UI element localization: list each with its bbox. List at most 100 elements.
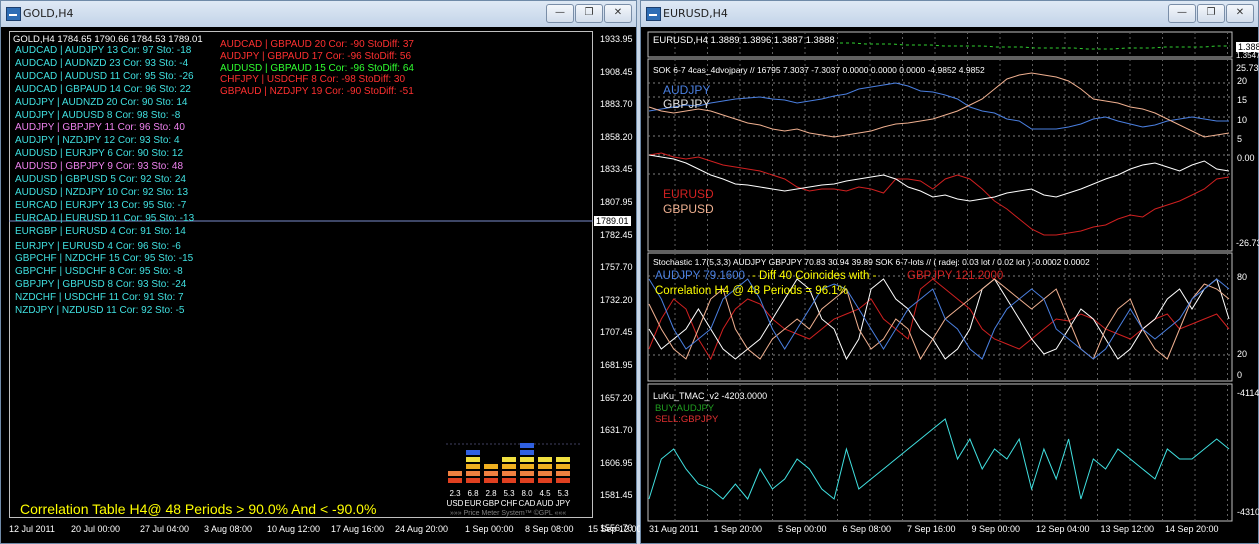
gold-date-tick: 1 Sep 00:00 <box>465 524 514 534</box>
price-meter-bar <box>502 457 516 462</box>
price-meter-bar <box>448 478 462 483</box>
eurusd-date-tick: 12 Sep 04:00 <box>1036 524 1090 534</box>
eurusd-window-titlebar[interactable]: EURUSD,H4 — ❐ ✕ <box>641 1 1258 27</box>
sok-legend-audjpy: AUDJPY <box>663 83 711 97</box>
close-button[interactable]: ✕ <box>1226 4 1254 23</box>
gold-window-title: GOLD,H4 <box>23 7 74 20</box>
price-meter-bar <box>502 471 516 476</box>
eurusd-chart-area[interactable]: EURUSD,H4 1.3889 1.3896 1.3887 1.3888 1.… <box>645 29 1259 539</box>
tmac-line <box>648 418 1230 500</box>
minimize-button[interactable]: — <box>1168 4 1196 23</box>
sok-scale-tick: 5 <box>1237 134 1243 144</box>
gold-chart-area[interactable]: GOLD,H4 1784.65 1790.66 1784.53 1789.01 … <box>5 29 642 539</box>
restore-button[interactable]: ❐ <box>1197 4 1225 23</box>
correlation-table-footer: Correlation Table H4@ 48 Periods > 90.0%… <box>20 501 377 517</box>
eurusd-header: EURUSD,H4 1.3889 1.3896 1.3887 1.3888 <box>653 35 835 46</box>
eurusd-date-tick: 31 Aug 2011 <box>649 524 699 534</box>
price-meter-caption: »»» Price Meter System™ ©GPL ««« <box>450 510 567 517</box>
price-meter-value: 2.8 <box>485 489 497 498</box>
chart-window-icon <box>6 7 21 21</box>
price-meter-currency: CHF <box>500 499 518 508</box>
price-meter-bar <box>484 464 498 469</box>
tmac-sell: SELL:GBPJPY <box>655 414 719 425</box>
price-meter-currency: CAD <box>518 499 536 508</box>
eurusd-date-tick: 5 Sep 00:00 <box>778 524 827 534</box>
price-meter-bar <box>556 478 570 483</box>
gold-date-tick: 12 Jul 2011 <box>9 524 55 534</box>
pane-frame <box>647 383 1233 522</box>
stochastic-scale-tick: 80 <box>1237 272 1248 282</box>
price-meter-currency: AUD <box>536 499 554 508</box>
eurusd-chart-window[interactable]: EURUSD,H4 — ❐ ✕ EURUSD,H4 1.3889 1.3896 … <box>640 0 1259 544</box>
sok-scale-tick: 20 <box>1237 76 1248 86</box>
sok-scale-tick: 0.00 <box>1237 153 1255 163</box>
price-meter-value: 4.5 <box>539 489 551 498</box>
eurusd-date-tick: 9 Sep 00:00 <box>971 524 1021 534</box>
price-meter-value: 8.0 <box>521 489 533 498</box>
price-meter-bar <box>466 450 480 455</box>
price-meter-currency: EUR <box>464 499 482 508</box>
chart-window-icon <box>646 7 661 21</box>
gold-date-tick: 24 Aug 20:00 <box>395 524 449 534</box>
eurusd-price-line <box>840 42 1230 50</box>
price-meter-bar <box>538 478 552 483</box>
price-meter-bar <box>502 464 516 469</box>
gold-date-tick: 10 Aug 12:00 <box>267 524 321 534</box>
eurusd-window-title: EURUSD,H4 <box>663 7 728 20</box>
gold-date-tick: 8 Sep 08:00 <box>525 524 574 534</box>
price-meter-bar <box>520 464 534 469</box>
stochastic-scale-tick: 0 <box>1237 370 1243 380</box>
tmac-buy: BUY:AUDJPY <box>655 403 715 414</box>
sok-audjpy-line <box>648 82 1229 130</box>
price-meter-bar <box>466 464 480 469</box>
price-meter-bar <box>556 471 570 476</box>
gold-date-tick: 15 Sep 12:00 <box>588 524 642 534</box>
stochastic-correlation: Correlation H4 @ 48 Periods = 96.1% <box>655 285 848 297</box>
eurusd-price-box-2: 1.3547 <box>1236 51 1259 60</box>
stochastic-header: Stochastic 1.7(5,3,3) AUDJPY GBPJPY 70.8… <box>653 257 1090 267</box>
restore-button[interactable]: ❐ <box>575 4 603 23</box>
sok-legend-gbpjpy: GBPJPY <box>663 97 711 111</box>
eurusd-date-tick: 6 Sep 08:00 <box>842 524 892 534</box>
price-meter-bar <box>466 478 480 483</box>
sok-scale-tick: 10 <box>1237 115 1248 125</box>
tmac-header: LuKu_TMAC_v2 -4203.0000 <box>653 391 768 401</box>
price-meter-bar <box>520 478 534 483</box>
price-meter <box>446 443 580 483</box>
price-meter-bar <box>538 471 552 476</box>
stochastic-gbpjpy: GBPJPY 121.2000 <box>907 270 1004 282</box>
tmac-top-value: -4114. <box>1237 388 1259 398</box>
price-meter-bar <box>520 443 534 448</box>
sok-legend-eurusd: EURUSD <box>663 187 714 201</box>
price-meter-value: 5.3 <box>503 489 515 498</box>
price-meter-value: 5.3 <box>557 489 569 498</box>
sok-legend-gbpusd: GBPUSD <box>663 202 714 216</box>
price-meter-bar <box>538 464 552 469</box>
price-meter-bar <box>448 471 462 476</box>
price-meter-currency: GBP <box>482 499 500 508</box>
tmac-bottom-value: -4310. <box>1237 507 1259 517</box>
gold-chart-window[interactable]: GOLD,H4 — ❐ ✕ GOLD,H4 1784.65 1790.66 17… <box>0 0 642 544</box>
price-meter-bar <box>520 457 534 462</box>
minimize-button[interactable]: — <box>546 4 574 23</box>
eurusd-date-tick: 14 Sep 20:00 <box>1165 524 1219 534</box>
gold-date-tick: 3 Aug 08:00 <box>204 524 253 534</box>
price-meter-bar <box>538 457 552 462</box>
close-button[interactable]: ✕ <box>604 4 632 23</box>
price-meter-bar <box>466 457 480 462</box>
eurusd-date-tick: 13 Sep 12:00 <box>1100 524 1155 534</box>
sok-bottom-value: -26.7373 <box>1236 238 1259 248</box>
gold-window-titlebar[interactable]: GOLD,H4 — ❐ ✕ <box>1 1 636 27</box>
gold-date-tick: 20 Jul 00:00 <box>71 524 121 534</box>
stochastic-diff: - Diff 40 Coincides with - <box>752 270 877 282</box>
price-meter-bar <box>484 478 498 483</box>
price-meter-currency: JPY <box>555 499 571 508</box>
price-meter-bar <box>520 450 534 455</box>
price-meter-bar <box>520 471 534 476</box>
price-meter-currency: USD <box>446 499 464 508</box>
price-meter-value: 6.8 <box>467 489 479 498</box>
eurusd-date-tick: 7 Sep 16:00 <box>907 524 956 534</box>
price-meter-bar <box>484 471 498 476</box>
gold-date-tick: 17 Aug 16:00 <box>331 524 385 534</box>
price-meter-bar <box>556 464 570 469</box>
